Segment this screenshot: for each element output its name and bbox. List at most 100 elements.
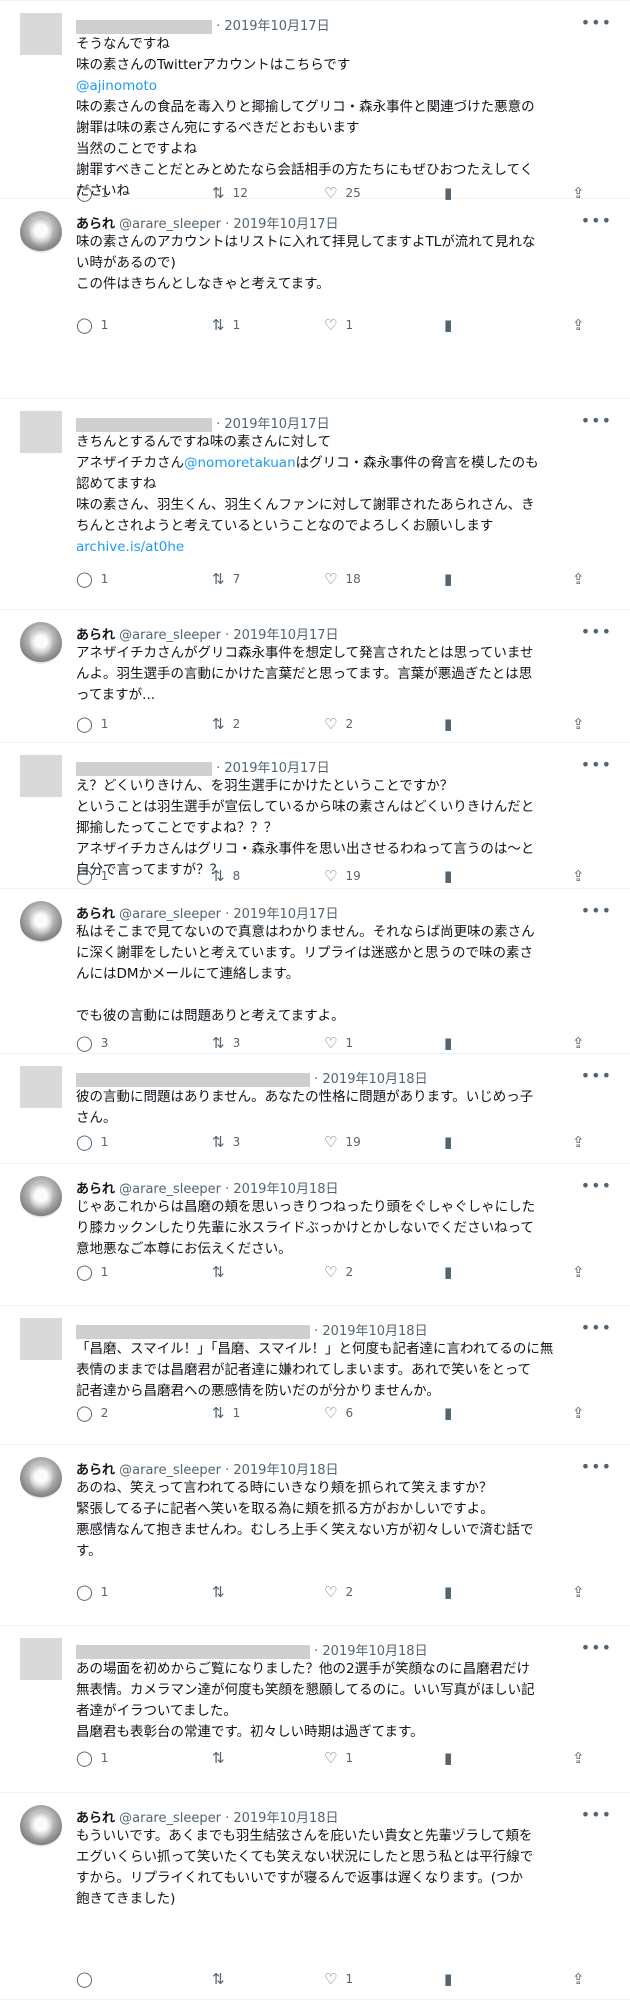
views-button[interactable]: ▮: [444, 867, 452, 885]
more-icon[interactable]: •••: [581, 1066, 612, 1085]
tweet-date[interactable]: · 2019年10月18日: [225, 1182, 338, 1197]
tweet-date[interactable]: · 2019年10月18日: [314, 1324, 427, 1339]
retweet-button[interactable]: ⇅ 2: [212, 715, 240, 733]
tweet-date[interactable]: · 2019年10月17日: [216, 761, 329, 776]
views-button[interactable]: ▮: [444, 1263, 452, 1281]
reply-button[interactable]: ◯ 1: [76, 316, 108, 334]
tweet[interactable]: あられ @arare_sleeper · 2019年10月17日 ••• 味の素さん…: [0, 199, 630, 399]
heart-button[interactable]: ♡ 1: [324, 1970, 353, 1988]
reply-button[interactable]: ◯ 1: [76, 867, 108, 885]
tweet-date[interactable]: · 2019年10月18日: [314, 1072, 427, 1087]
mention-link[interactable]: @nomoretakuan: [184, 455, 296, 471]
avatar[interactable]: [20, 13, 62, 55]
tweet-date[interactable]: · 2019年10月17日: [216, 19, 329, 34]
reply-button[interactable]: ◯ 1: [76, 1749, 108, 1767]
author-name[interactable]: あられ: [76, 628, 115, 643]
views-button[interactable]: ▮: [444, 1034, 452, 1052]
author-name[interactable]: あられ: [76, 1463, 115, 1478]
author-handle[interactable]: @arare_sleeper: [119, 1811, 221, 1826]
tweet[interactable]: あられ @arare_sleeper · 2019年10月18日 ••• じゃあこれ…: [0, 1164, 630, 1306]
share-button[interactable]: ⇪: [572, 1034, 585, 1052]
more-icon[interactable]: •••: [581, 411, 612, 430]
avatar[interactable]: [20, 1066, 62, 1108]
author-handle[interactable]: @arare_sleeper: [119, 1182, 221, 1197]
tweet[interactable]: あられ @arare_sleeper · 2019年10月18日 ••• もういいで…: [0, 1793, 630, 2000]
reply-button[interactable]: ◯ 1: [76, 1133, 108, 1151]
heart-button[interactable]: ♡ 2: [324, 1263, 353, 1281]
author-handle[interactable]: @arare_sleeper: [119, 907, 221, 922]
tweet-date[interactable]: · 2019年10月18日: [314, 1644, 427, 1659]
more-icon[interactable]: •••: [581, 622, 612, 641]
more-icon[interactable]: •••: [581, 901, 612, 920]
reply-button[interactable]: ◯ 3: [76, 1034, 108, 1052]
reply-button[interactable]: ◯ 1: [76, 1583, 108, 1601]
views-button[interactable]: ▮: [444, 316, 452, 334]
views-button[interactable]: ▮: [444, 1749, 452, 1767]
retweet-button[interactable]: ⇅: [212, 1970, 233, 1988]
tweet-date[interactable]: · 2019年10月17日: [225, 217, 338, 232]
retweet-button[interactable]: ⇅ 1: [212, 1404, 240, 1422]
share-button[interactable]: ⇪: [572, 1749, 585, 1767]
more-icon[interactable]: •••: [581, 1457, 612, 1476]
author-handle[interactable]: @arare_sleeper: [119, 1463, 221, 1478]
views-button[interactable]: ▮: [444, 570, 452, 588]
share-button[interactable]: ⇪: [572, 715, 585, 733]
avatar[interactable]: [20, 755, 62, 797]
author-name[interactable]: あられ: [76, 1811, 115, 1826]
tweet[interactable]: · 2019年10月17日 ••• そうなんですね 味の素さんのTwitterアカウン…: [0, 0, 630, 201]
reply-button[interactable]: ◯ 1: [76, 1263, 108, 1281]
views-button[interactable]: ▮: [444, 1133, 452, 1151]
share-button[interactable]: ⇪: [572, 316, 585, 334]
more-icon[interactable]: •••: [581, 13, 612, 32]
tweet[interactable]: · 2019年10月17日 ••• え？どくいりきけん、を羽生選手にかけたということ…: [0, 743, 630, 889]
more-icon[interactable]: •••: [581, 1805, 612, 1824]
tweet[interactable]: あられ @arare_sleeper · 2019年10月17日 ••• アネザイチ…: [0, 610, 630, 743]
heart-button[interactable]: ♡ 1: [324, 316, 353, 334]
avatar[interactable]: [20, 622, 62, 664]
tweet-date[interactable]: · 2019年10月17日: [225, 907, 338, 922]
avatar[interactable]: [20, 901, 62, 943]
tweet-date[interactable]: · 2019年10月17日: [216, 417, 329, 432]
avatar[interactable]: [20, 1176, 62, 1218]
views-button[interactable]: ▮: [444, 1970, 452, 1988]
retweet-button[interactable]: ⇅ 7: [212, 570, 240, 588]
reply-button[interactable]: ◯ 2: [76, 1404, 108, 1422]
author-name[interactable]: あられ: [76, 907, 115, 922]
more-icon[interactable]: •••: [581, 211, 612, 230]
heart-button[interactable]: ♡ 2: [324, 715, 353, 733]
tweet[interactable]: · 2019年10月17日 ••• きちんとするんですね味の素さんに対して アネザイチ…: [0, 399, 630, 610]
retweet-button[interactable]: ⇅ 3: [212, 1133, 240, 1151]
share-button[interactable]: ⇪: [572, 1583, 585, 1601]
views-button[interactable]: ▮: [444, 1404, 452, 1422]
reply-button[interactable]: ◯ 1: [76, 715, 108, 733]
more-icon[interactable]: •••: [581, 755, 612, 774]
share-button[interactable]: ⇪: [572, 867, 585, 885]
tweet[interactable]: · 2019年10月18日 ••• 「昌磨、スマイル！」「昌磨、スマイル！」と何度も…: [0, 1306, 630, 1445]
share-button[interactable]: ⇪: [572, 1404, 585, 1422]
author-name[interactable]: あられ: [76, 1182, 115, 1197]
tweet[interactable]: · 2019年10月18日 ••• 彼の言動に問題はありません。あなたの性格に問題が…: [0, 1054, 630, 1164]
heart-button[interactable]: ♡ 19: [324, 867, 361, 885]
heart-button[interactable]: ♡ 18: [324, 570, 361, 588]
share-button[interactable]: ⇪: [572, 1263, 585, 1281]
share-button[interactable]: ⇪: [572, 570, 585, 588]
heart-button[interactable]: ♡ 1: [324, 1749, 353, 1767]
more-icon[interactable]: •••: [581, 1318, 612, 1337]
more-icon[interactable]: •••: [581, 1638, 612, 1657]
author-name[interactable]: あられ: [76, 217, 115, 232]
avatar[interactable]: [20, 1318, 62, 1360]
avatar[interactable]: [20, 211, 62, 253]
author-handle[interactable]: @arare_sleeper: [119, 628, 221, 643]
retweet-button[interactable]: ⇅ 3: [212, 1034, 240, 1052]
tweet-date[interactable]: · 2019年10月18日: [225, 1811, 338, 1826]
retweet-button[interactable]: ⇅ 8: [212, 867, 240, 885]
reply-button[interactable]: ◯ 1: [76, 570, 108, 588]
tweet-date[interactable]: · 2019年10月18日: [225, 1463, 338, 1478]
tweet[interactable]: あられ @arare_sleeper · 2019年10月18日 ••• あのね、笑…: [0, 1445, 630, 1626]
heart-button[interactable]: ♡ 2: [324, 1583, 353, 1601]
avatar[interactable]: [20, 411, 62, 453]
heart-button[interactable]: ♡ 6: [324, 1404, 353, 1422]
tweet-date[interactable]: · 2019年10月17日: [225, 628, 338, 643]
tweet[interactable]: · 2019年10月18日 ••• あの場面を初めからご覧になりました？他の2選手が…: [0, 1626, 630, 1793]
more-icon[interactable]: •••: [581, 1176, 612, 1195]
